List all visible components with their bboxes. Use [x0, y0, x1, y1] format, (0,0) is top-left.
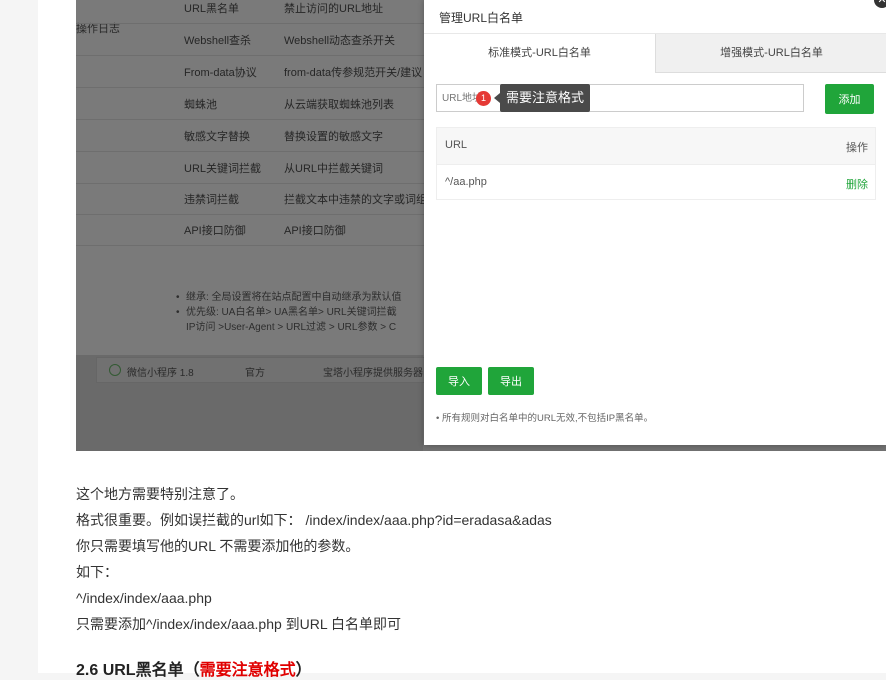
table-row: From-data协议 from-data传参规范开关/建议 [76, 56, 436, 88]
modal-tabs: 标准模式-URL白名单 增强模式-URL白名单 [424, 33, 886, 73]
url-whitelist-modal: 管理URL白名单 ✕ 标准模式-URL白名单 增强模式-URL白名单 1 需要注… [424, 0, 886, 445]
settings-notes: 继承: 全局设置将在站点配置中自动继承为默认值 优先级: UA白名单> UA黑名… [176, 290, 402, 335]
whitelist-table: URL 操作 ^/aa.php 删除 [436, 127, 876, 200]
table-row: 违禁词拦截 拦截文本中违禁的文字或词组 [76, 183, 436, 215]
table-row: 敏感文字替换 替换设置的敏感文字 [76, 120, 436, 152]
column-header-action: 操作 [846, 142, 868, 154]
add-button[interactable]: 添加 [825, 84, 874, 114]
section-heading: 2.6 URL黑名单（需要注意格式） [76, 662, 312, 679]
modal-note: • 所有规则对白名单中的URL无效,不包括IP黑名单。 [436, 413, 654, 424]
article-line: 你只需要填写他的URL 不需要添加他的参数。 [76, 538, 360, 554]
table-row: URL关键词拦截 从URL中拦截关键词 [76, 152, 436, 184]
url-input[interactable] [436, 84, 804, 112]
article-line: ^/index/index/aaa.php [76, 590, 212, 606]
article-line: 如下： [76, 564, 118, 580]
table-row: API接口防御 API接口防御 [76, 214, 436, 246]
export-button[interactable]: 导出 [488, 367, 534, 395]
article-line: 只需要添加^/index/index/aaa.php 到URL 白名单即可 [76, 616, 402, 632]
close-icon[interactable]: ✕ [874, 0, 886, 8]
article-line: 格式很重要。例如误拦截的url如下： /index/index/aaa.php?… [76, 512, 552, 528]
delete-link[interactable]: 删除 [846, 176, 868, 192]
table-row: URL黑名单 禁止访问的URL地址 [76, 0, 436, 24]
url-cell: ^/aa.php [445, 176, 487, 188]
background-settings-table: 操作日志 URL黑名单 禁止访问的URL地址 Webshell查杀 Webshell… [76, 0, 436, 355]
plugin-icon [109, 364, 121, 376]
tab-standard-mode[interactable]: 标准模式-URL白名单 [424, 34, 655, 72]
table-row: Webshell查杀 Webshell动态查杀开关 [76, 24, 436, 56]
modal-title: 管理URL白名单 [439, 11, 524, 25]
table-row: 蜘蛛池 从云端获取蜘蛛池列表 [76, 88, 436, 120]
tab-enhanced-mode[interactable]: 增强模式-URL白名单 [655, 34, 886, 73]
column-header-url: URL [445, 139, 468, 151]
format-tooltip: 需要注意格式 [493, 84, 591, 112]
step-badge: 1 [476, 91, 491, 106]
table-row: ^/aa.php 删除 [437, 165, 875, 199]
table-header: URL 操作 [437, 128, 875, 165]
import-button[interactable]: 导入 [436, 367, 482, 395]
plugin-row: 微信小程序 1.8 官方 宝塔小程序提供服务器 [76, 355, 438, 451]
article-body: 这个地方需要特别注意了。 格式很重要。例如误拦截的url如下： /index/i… [76, 481, 552, 637]
article-line: 这个地方需要特别注意了。 [76, 486, 244, 502]
